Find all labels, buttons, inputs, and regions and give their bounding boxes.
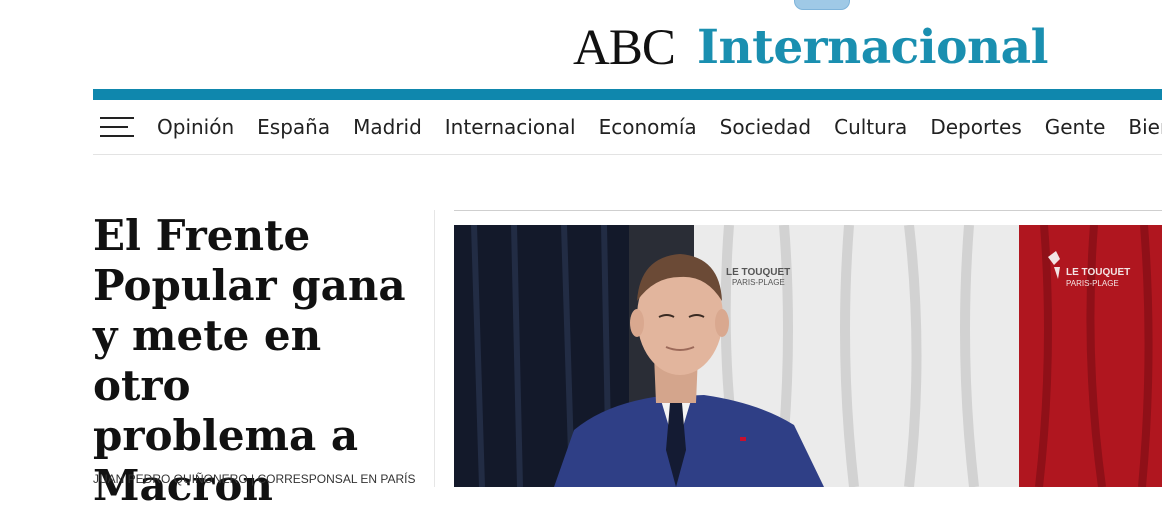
photo-backdrop-text-right: LE TOUQUET — [1066, 267, 1130, 278]
article-headline[interactable]: El Frente Popular gana y mete en otro pr… — [93, 211, 423, 511]
main-nav: Opinión España Madrid Internacional Econ… — [93, 100, 1162, 155]
nav-item-internacional[interactable]: Internacional — [445, 115, 576, 139]
column-divider — [434, 210, 435, 487]
nav-item-economia[interactable]: Economía — [599, 115, 697, 139]
hamburger-menu-icon[interactable] — [100, 115, 136, 139]
photo-backdrop-text-left-2: PARIS-PLAGE — [732, 278, 785, 287]
media-top-rule — [454, 210, 1162, 211]
logo-section: Internacional — [697, 20, 1048, 75]
photo-backdrop-text-right-2: PARIS-PLAGE — [1066, 279, 1119, 288]
nav-item-espana[interactable]: España — [257, 115, 330, 139]
photo-illustration: LE TOUQUET PARIS-PLAGE LE TOUQUET PARIS-… — [454, 225, 1162, 487]
nav-accent-bar — [93, 89, 1162, 100]
top-decoration — [794, 0, 850, 10]
nav-item-cultura[interactable]: Cultura — [834, 115, 907, 139]
nav-item-gente[interactable]: Gente — [1045, 115, 1106, 139]
photo-backdrop-text-left: LE TOUQUET — [726, 267, 790, 278]
nav-item-bienestar[interactable]: Bienestar — [1128, 115, 1162, 139]
nav-item-madrid[interactable]: Madrid — [353, 115, 422, 139]
article-photo[interactable]: LE TOUQUET PARIS-PLAGE LE TOUQUET PARIS-… — [454, 225, 1162, 487]
nav-item-deportes[interactable]: Deportes — [930, 115, 1021, 139]
nav-item-sociedad[interactable]: Sociedad — [720, 115, 811, 139]
article-byline: JUAN PEDRO QUIÑONERO | CORRESPONSAL EN P… — [93, 472, 416, 486]
logo-abc: ABC — [573, 20, 676, 76]
nav-item-opinion[interactable]: Opinión — [157, 115, 234, 139]
